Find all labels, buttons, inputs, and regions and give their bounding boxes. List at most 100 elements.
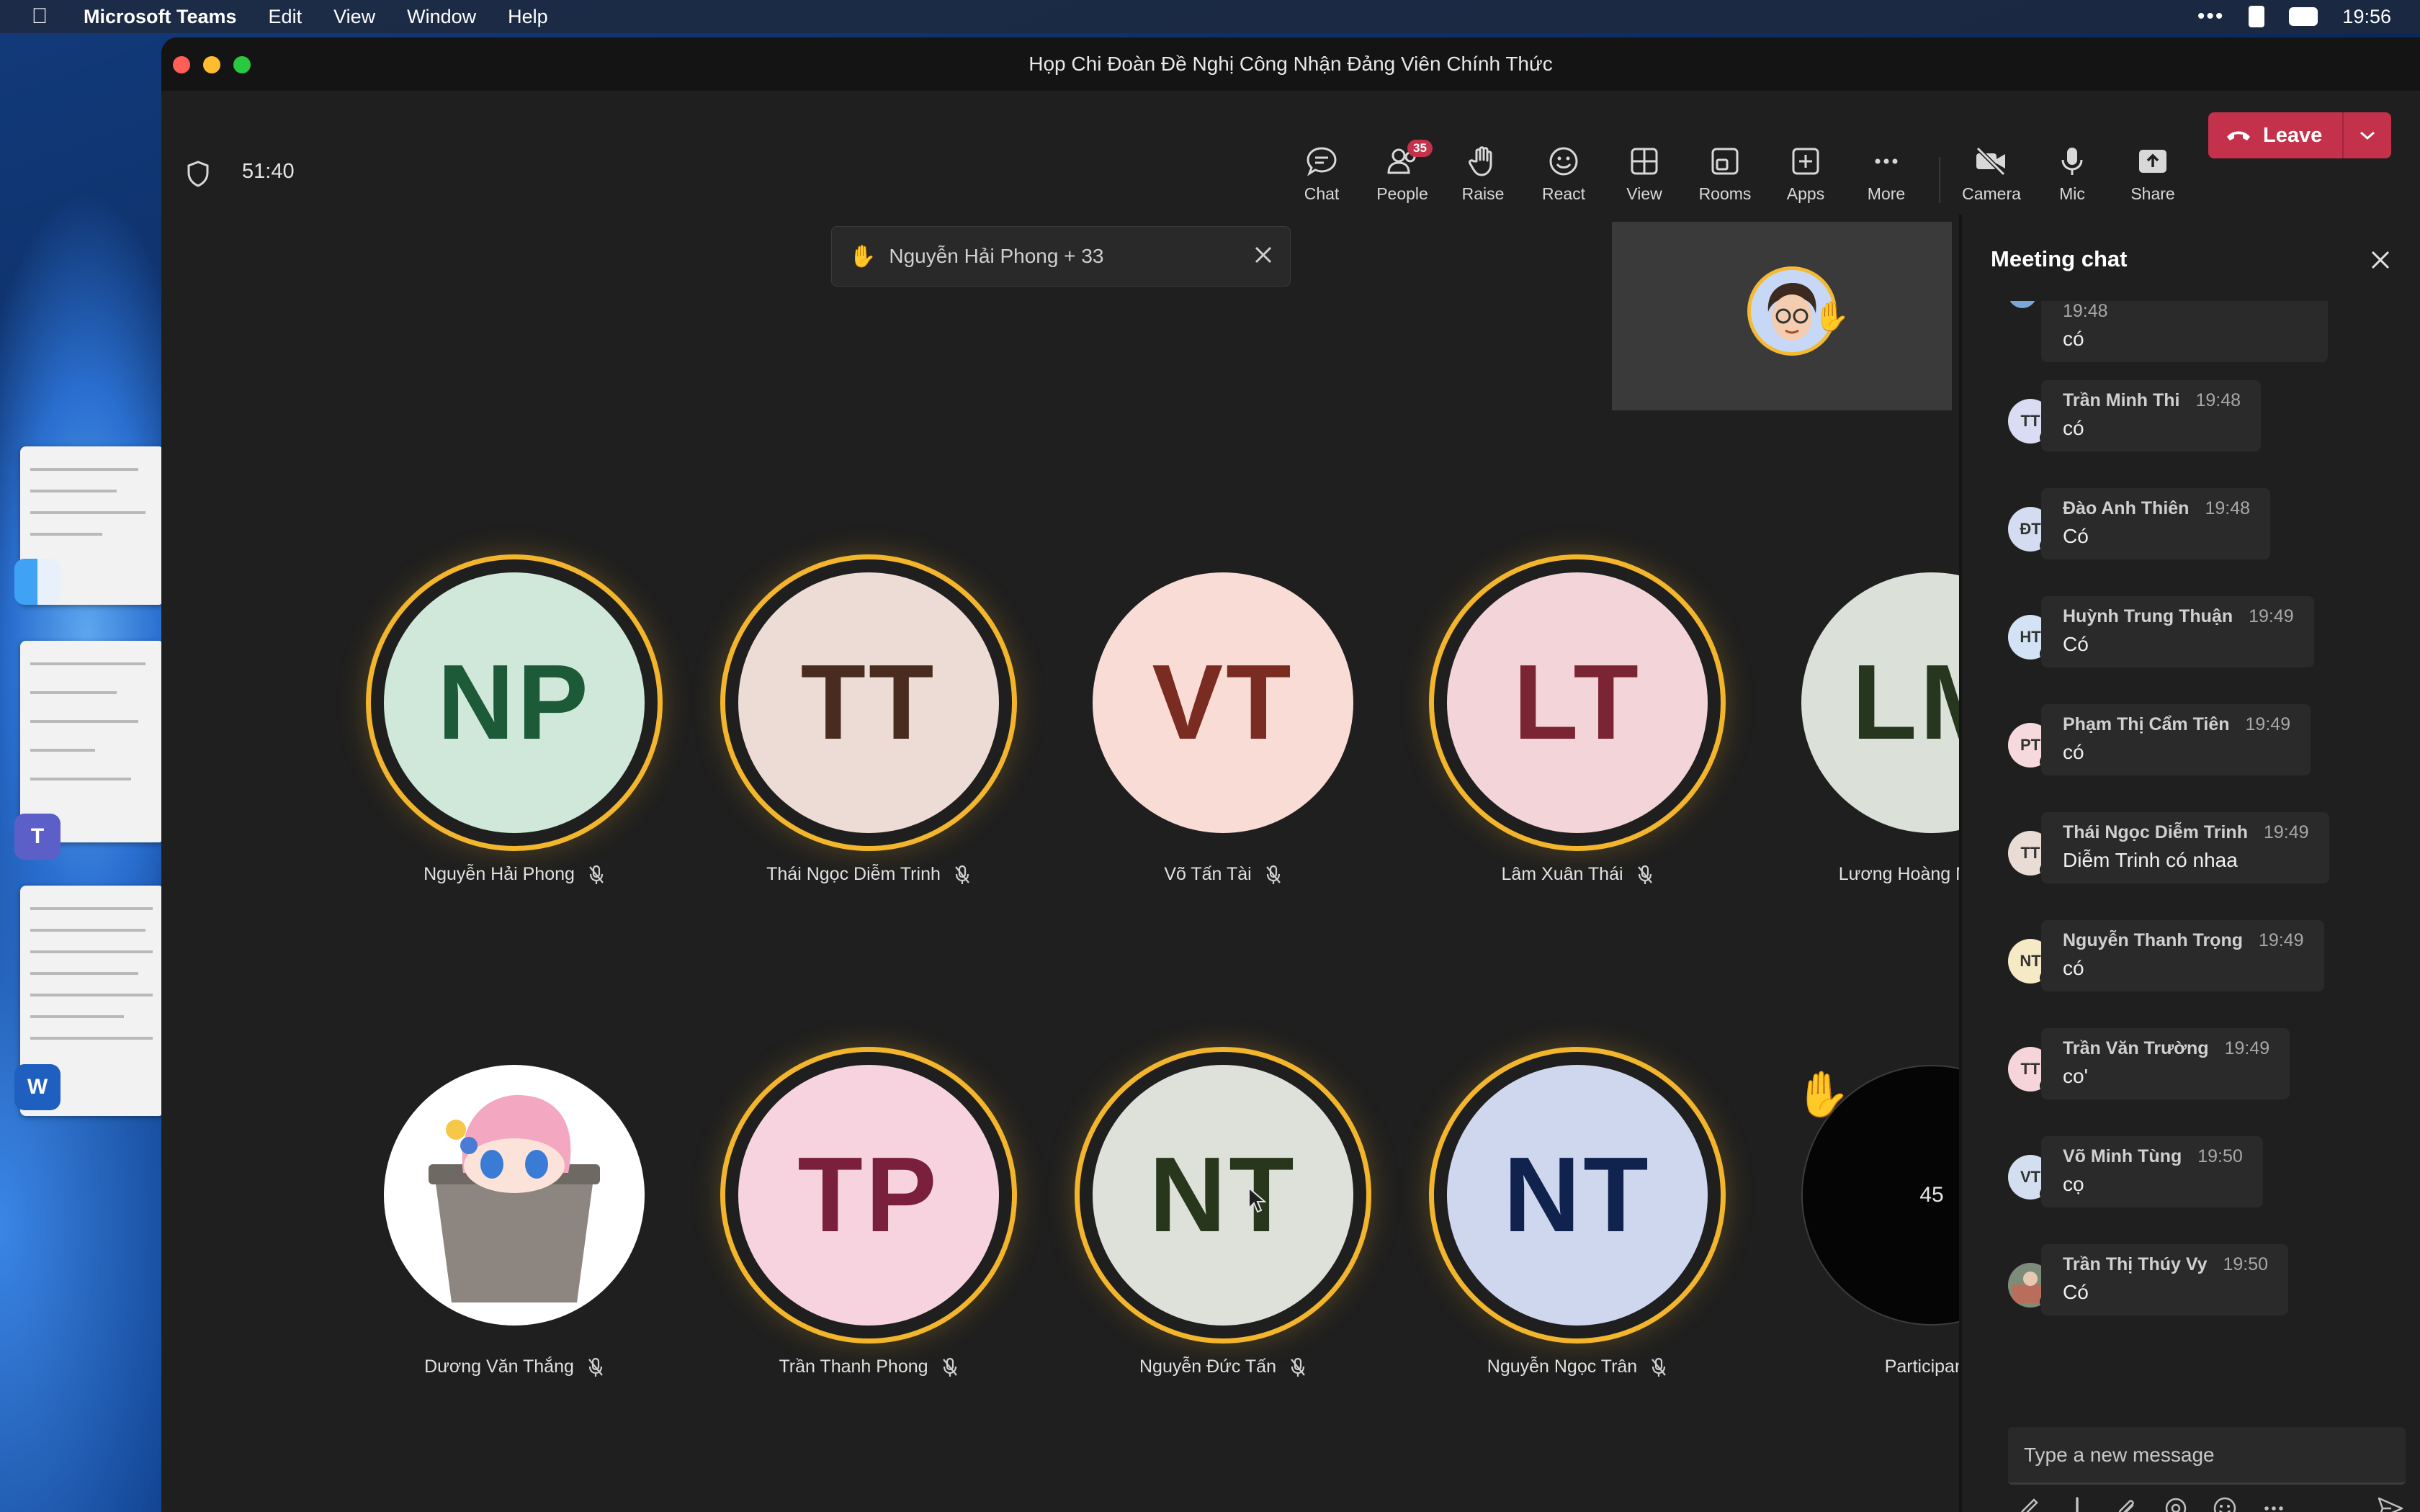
chat-bubble: Trần Thị Thúy Vy 19:50 Có (2041, 1244, 2289, 1315)
chat-time: 19:50 (2223, 1254, 2269, 1274)
menu-clock[interactable]: 19:56 (2342, 6, 2391, 28)
zoom-window-button[interactable] (233, 56, 251, 73)
avatar: NT (1447, 1065, 1708, 1326)
participant-tile[interactable]: TT Thái Ngọc Diễm Trinh (703, 554, 1034, 1015)
menu-help[interactable]: Help (508, 6, 548, 28)
chat-sender: Trần Minh Thi (2063, 390, 2180, 410)
speaker-ring: TT (720, 554, 1017, 851)
compose-toolbar (2015, 1490, 2404, 1512)
avatar: TT (738, 572, 999, 833)
close-icon[interactable] (2370, 249, 2391, 271)
raised-hands-banner[interactable]: ✋ Nguyễn Hải Phong + 33 (831, 226, 1291, 287)
participant-tile[interactable]: NP Nguyễn Hải Phong (349, 554, 680, 1015)
avatar-frame: VT (1075, 554, 1371, 851)
raised-hands-text: Nguyễn Hải Phong + 33 (889, 245, 1104, 267)
chat-icon (1307, 147, 1337, 176)
chat-text: cọ (2063, 1173, 2084, 1195)
chat-sender: Đào Anh Thiên (2063, 498, 2190, 518)
self-view[interactable]: ✋ (1612, 222, 1952, 410)
important-icon[interactable] (2064, 1495, 2090, 1512)
chat-time: 19:48 (2195, 390, 2241, 410)
mic-off-icon (1652, 1357, 1667, 1377)
title-bar: Họp Chi Đoàn Đề Nghị Công Nhận Đảng Viên… (161, 37, 2420, 91)
chat-text: có (2063, 328, 2084, 350)
menu-view[interactable]: View (333, 6, 375, 28)
hand-icon (1469, 146, 1492, 176)
chat-sender: Huỳnh Trung Thuận (2063, 606, 2233, 626)
menu-edit[interactable]: Edit (269, 6, 302, 28)
phone-hangup-icon (2227, 131, 2250, 140)
chat-text: co' (2063, 1065, 2088, 1087)
people-label: People (1376, 184, 1428, 203)
participant-name-text: Nguyễn Ngọc Trân (1487, 1356, 1638, 1377)
smiley-icon (1549, 147, 1578, 176)
shield-icon[interactable] (186, 160, 210, 187)
chat-bubble: Trần Minh Thi 19:48 có (2041, 380, 2262, 451)
chat-text: Có (2063, 633, 2089, 655)
mic-off-icon (588, 1357, 603, 1377)
chat-bubble: Đào Anh Thiên 19:48 Có (2041, 488, 2271, 559)
video-stage: ✋ Nguyễn Hải Phong + 33 ✋ NP Nguyễn Hải … (161, 215, 2062, 1512)
participant-name-text: Lâm Xuân Thái (1501, 864, 1623, 884)
avatar: LT (1447, 572, 1708, 833)
leave-main-button[interactable]: Leave (2208, 112, 2342, 158)
apple-icon[interactable]:  (29, 4, 50, 29)
loop-icon[interactable] (2163, 1495, 2189, 1512)
react-label: React (1541, 184, 1586, 203)
participant-tile[interactable]: LT Lâm Xuân Thái (1412, 554, 1743, 1015)
more-dots-icon[interactable]: ••• (2197, 4, 2225, 29)
menu-bar:  Microsoft Teams Edit View Window Help … (0, 0, 2420, 33)
chat-text: Diễm Trinh có nhaa (2063, 849, 2238, 871)
attach-icon[interactable] (2114, 1495, 2140, 1512)
leave-label: Leave (2263, 123, 2323, 147)
grid-view-icon (1631, 148, 1658, 175)
participant-name-text: Võ Tấn Tài (1164, 864, 1252, 884)
speaker-ring: LT (1429, 554, 1726, 851)
chat-text: có (2063, 741, 2084, 763)
speaker-ring: NP (366, 554, 663, 851)
teams-icon[interactable]: T (14, 814, 60, 860)
chat-text: có (2063, 417, 2084, 439)
chat-time: 19:49 (2259, 930, 2304, 950)
format-pen-icon[interactable] (2015, 1495, 2041, 1512)
leave-button[interactable]: Leave (2208, 112, 2391, 158)
speaker-ring: NT (1429, 1047, 1726, 1344)
close-icon[interactable] (1252, 244, 1274, 266)
chat-time: 19:48 (2063, 301, 2108, 321)
window-preview-teams[interactable] (20, 641, 164, 842)
participant-tile[interactable]: NT Nguyễn Ngọc Trân (1412, 1047, 1743, 1508)
chat-bubble: Phạm Thị Cẩm Tiên 19:49 có (2041, 704, 2311, 775)
participant-tile[interactable]: NT Nguyễn Đức Tấn (1057, 1047, 1389, 1508)
chevron-down-icon (2360, 131, 2375, 140)
chat-message-list[interactable]: 19:48 có TT Trần Minh Thi 19:48 có ĐT Đào… (1962, 301, 2420, 1424)
camera-off-icon (1976, 146, 2006, 176)
meeting-timer: 51:40 (242, 160, 295, 183)
mic-off-icon (1637, 865, 1652, 884)
teams-window: Họp Chi Đoàn Đề Nghị Công Nhận Đảng Viên… (161, 37, 2420, 1512)
finder-icon[interactable] (14, 559, 60, 605)
chat-label: Chat (1304, 184, 1340, 203)
mouse-cursor-icon (1248, 1187, 1266, 1213)
participant-tile[interactable]: TP Trần Thanh Phong (703, 1047, 1034, 1508)
mic-off-icon (955, 865, 969, 884)
participant-tile[interactable]: Dương Văn Thắng (349, 1047, 680, 1508)
chat-bubble: Nguyễn Thanh Trọng 19:49 có (2041, 920, 2324, 991)
avatar: VT (1093, 572, 1353, 833)
emoji-icon[interactable] (2212, 1495, 2238, 1512)
avatar-frame (366, 1047, 663, 1344)
close-window-button[interactable] (173, 56, 190, 73)
chat-sender: Trần Thị Thúy Vy (2063, 1254, 2208, 1274)
self-raised-hand-icon: ✋ (1814, 301, 1850, 333)
menu-app-name[interactable]: Microsoft Teams (84, 6, 237, 28)
more-options-icon[interactable] (2261, 1495, 2287, 1512)
menu-window[interactable]: Window (407, 6, 476, 28)
id-card-icon[interactable] (2249, 6, 2265, 27)
send-icon[interactable] (2377, 1495, 2404, 1512)
word-icon[interactable]: W (14, 1064, 60, 1110)
control-center-icon[interactable] (2289, 7, 2318, 26)
leave-options-button[interactable] (2342, 112, 2391, 158)
message-compose-input[interactable]: Type a new message (2008, 1427, 2406, 1485)
participant-tile[interactable]: VT Võ Tấn Tài (1057, 554, 1389, 1015)
minimize-window-button[interactable] (203, 56, 220, 73)
avatar: NT (1093, 1065, 1353, 1326)
